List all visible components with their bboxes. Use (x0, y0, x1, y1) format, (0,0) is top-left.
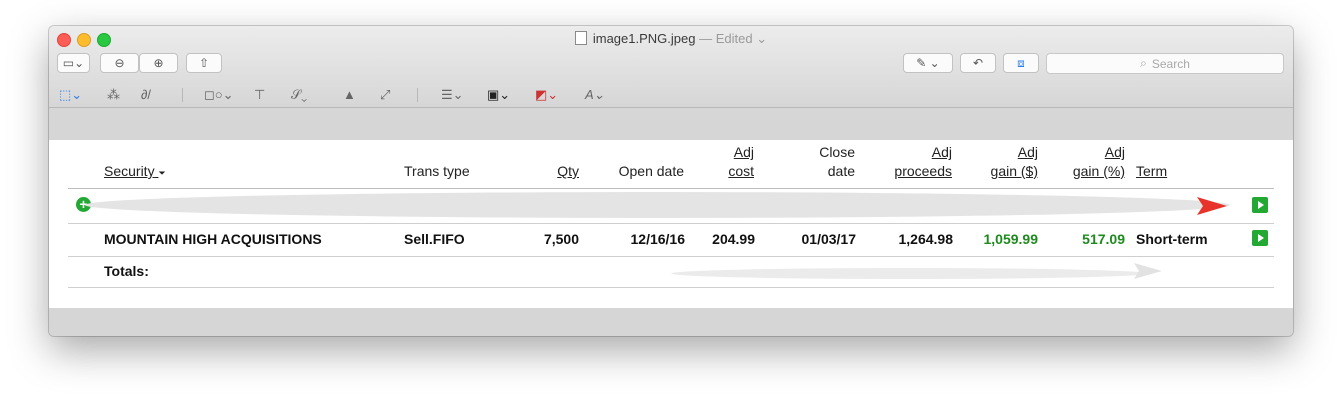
document-icon (574, 31, 587, 45)
col-close-date-line1: Close (819, 144, 855, 160)
content-bottom-margin (49, 308, 1293, 336)
col-adj-cost-line1: Adj (733, 144, 754, 160)
col-adj-gain-pct-line1: Adj (1104, 144, 1125, 160)
zoom-in-icon: ⊕ (153, 56, 164, 70)
toolbar-divider (182, 88, 183, 102)
share-icon: ⇧ (198, 56, 210, 70)
search-icon: ⌕ (1140, 56, 1147, 70)
col-security-label: Security (104, 163, 155, 179)
zoom-out-icon: ⊖ (114, 56, 125, 70)
col-adj-gain-dollar[interactable]: Adj gain ($) (970, 143, 1038, 181)
row-close-date: 01/03/17 (801, 231, 857, 247)
col-close-date[interactable]: Close date (795, 143, 855, 181)
row-divider (68, 223, 1274, 224)
shapes-icon[interactable]: ◻○⌄ (204, 87, 234, 103)
markup-toolbar-button[interactable]: ⧈ (1003, 53, 1039, 73)
search-field[interactable]: ⌕ Search (1046, 53, 1284, 74)
col-qty[interactable]: Qty (538, 162, 579, 181)
content-top-margin (49, 108, 1293, 140)
row-adj-cost: 204.99 (712, 231, 755, 247)
adjust-size-icon[interactable]: ⤢ (380, 87, 390, 103)
row-trans-type: Sell.FIFO (404, 231, 465, 247)
row-adj-proceeds: 1,264.98 (898, 231, 954, 247)
col-trans-type[interactable]: Trans type (404, 162, 470, 181)
col-open-date[interactable]: Open date (600, 162, 684, 181)
rotate-button[interactable]: ↶ (960, 53, 996, 73)
filename: image1.PNG.jpeg (592, 31, 696, 46)
col-adj-gain-dollar-line1: Adj (1017, 144, 1038, 160)
row-adj-gain-dollar: 1,059.99 (983, 231, 1039, 247)
selection-tool-icon[interactable]: ⬚⌄ (59, 87, 82, 103)
pen-icon: ✎ ⌄ (916, 56, 940, 70)
row-open-date: 12/16/16 (630, 231, 686, 247)
fill-color-icon[interactable]: ◩⌄ (535, 87, 558, 103)
sketch-icon[interactable]: ∂/ (141, 87, 151, 102)
toolbar-divider (417, 88, 418, 102)
red-arrow-mark (1197, 197, 1227, 215)
markup-toolbar: ⬚⌄ ⁂ ∂/ ◻○⌄ ⊤ 𝒮⌄ ▲ ⤢ ☰⌄ ▣⌄ ◩⌄ A⌄ (49, 82, 1293, 107)
border-color-icon[interactable]: ▣⌄ (487, 87, 510, 103)
col-adj-cost[interactable]: Adj cost (709, 143, 754, 181)
row-adj-gain-pct: 517.09 (1082, 231, 1125, 247)
titlebar: image1.PNG.jpeg — Edited ⌄ ▭⌄ ⊖ ⊕ ⇧ ✎ ⌄ … (49, 26, 1293, 108)
col-adj-proceeds[interactable]: Adj proceeds (874, 143, 952, 181)
text-tool-icon[interactable]: ⊤ (254, 87, 265, 103)
search-placeholder: Search (1151, 56, 1190, 71)
instant-alpha-icon[interactable]: ⁂ (107, 87, 120, 103)
zoom-in-button[interactable]: ⊕ (139, 53, 178, 73)
sidebar-button[interactable]: ▭⌄ (57, 53, 90, 73)
col-adj-cost-line2: cost (728, 163, 754, 179)
row-term: Short-term (1136, 231, 1208, 247)
col-adj-proceeds-line1: Adj (931, 144, 952, 160)
document-content: Security ⏷ Trans type Qty Open date Adj … (49, 140, 1293, 308)
share-button[interactable]: ⇧ (186, 53, 222, 73)
window-title: image1.PNG.jpeg — Edited ⌄ (49, 31, 1293, 47)
row-action-button[interactable] (1252, 230, 1268, 246)
gray-arrow-mark (1134, 263, 1162, 279)
rotate-icon: ↶ (972, 56, 984, 70)
row-qty: 7,500 (543, 231, 579, 247)
col-adj-gain-dollar-line2: gain ($) (990, 163, 1038, 179)
col-adj-gain-pct[interactable]: Adj gain (%) (1053, 143, 1125, 181)
highlight-button[interactable]: ✎ ⌄ (903, 53, 953, 73)
totals-redaction-smear (671, 268, 1147, 279)
edited-status: — Edited (699, 31, 753, 46)
table-bottom-divider (68, 287, 1274, 288)
col-adj-proceeds-line2: proceeds (894, 163, 952, 179)
zoom-out-button[interactable]: ⊖ (100, 53, 139, 73)
totals-label: Totals: (104, 263, 149, 279)
shape-style-icon[interactable]: ☰⌄ (441, 87, 464, 103)
row-action-button[interactable] (1252, 197, 1268, 213)
text-style-icon[interactable]: A⌄ (585, 87, 605, 103)
redaction-smear (85, 192, 1230, 218)
sort-down-icon: ⏷ (158, 168, 166, 178)
col-term[interactable]: Term (1136, 162, 1167, 181)
preview-window: image1.PNG.jpeg — Edited ⌄ ▭⌄ ⊖ ⊕ ⇧ ✎ ⌄ … (49, 26, 1293, 336)
col-adj-gain-pct-line2: gain (%) (1072, 163, 1125, 179)
sidebar-icon: ▭⌄ (62, 56, 85, 70)
toolbox-icon: ⧈ (1017, 55, 1025, 70)
signature-icon[interactable]: 𝒮⌄ (291, 87, 307, 103)
row-divider (68, 256, 1274, 257)
col-security[interactable]: Security ⏷ (104, 162, 166, 183)
chevron-down-icon[interactable]: ⌄ (756, 31, 767, 46)
header-divider (68, 188, 1274, 189)
col-close-date-line2: date (827, 163, 855, 179)
adjust-color-icon[interactable]: ▲ (343, 87, 356, 102)
row-security: MOUNTAIN HIGH ACQUISITIONS (104, 231, 322, 247)
